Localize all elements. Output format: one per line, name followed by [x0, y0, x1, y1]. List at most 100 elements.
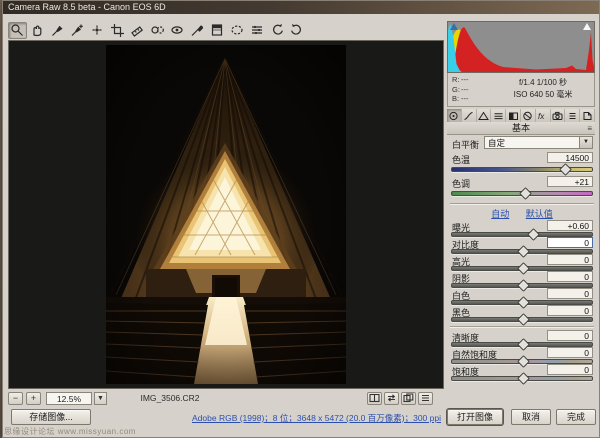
temperature-label: 色温: [452, 153, 470, 166]
highlight-clipping-warning-button[interactable]: [583, 23, 592, 31]
r-value: ---: [461, 75, 469, 84]
white-balance-value: 自定: [488, 138, 505, 148]
eyedropper-plus-icon: [70, 23, 85, 37]
exif-aperture-shutter: f/1.4 1/100 秒: [494, 77, 592, 89]
highlights-value[interactable]: 0: [547, 254, 593, 265]
whites-value[interactable]: 0: [547, 288, 593, 299]
histogram: [447, 21, 595, 73]
temperature-value[interactable]: 14500: [547, 152, 593, 163]
targeted-adjustment-tool-button[interactable]: [88, 22, 107, 39]
white-balance-dropdown-arrow-icon: ▼: [579, 137, 592, 148]
ruler-icon: [130, 23, 145, 37]
dialog-content: − + 12.5% ▼ IMG_3506.CR2 存储图像... Adobe R…: [3, 14, 599, 437]
shadow-clipping-warning-button[interactable]: [450, 23, 459, 31]
swap-before-after-button[interactable]: [384, 392, 399, 405]
window-title: Camera Raw 8.5 beta - Canon EOS 6D: [8, 2, 166, 12]
tab-presets[interactable]: [565, 109, 580, 122]
exif-info: f/1.4 1/100 秒 ISO 640 50 毫米: [494, 77, 592, 101]
tint-slider-thumb[interactable]: [519, 187, 532, 200]
brush-icon: [190, 23, 205, 37]
image-preview-canvas[interactable]: [8, 40, 444, 389]
preview-menu-button[interactable]: [418, 392, 433, 405]
workflow-options-link[interactable]: Adobe RGB (1998)；8 位；3648 x 5472 (20.0 百…: [93, 412, 441, 424]
tab-basic[interactable]: [447, 109, 462, 122]
saturation-slider[interactable]: [451, 376, 593, 381]
forum-watermark: 思缘设计论坛 www.missyuan.com: [4, 426, 136, 437]
eyedropper-icon: [50, 23, 65, 37]
exposure-value[interactable]: +0.60: [547, 220, 593, 231]
zoom-tool-button[interactable]: [8, 22, 27, 39]
blacks-value[interactable]: 0: [547, 305, 593, 316]
shadows-row: 阴影 0: [446, 272, 598, 289]
saturation-slider-thumb[interactable]: [517, 372, 530, 385]
shadow-clipping-triangle-icon: [450, 23, 458, 30]
rotate-right-button[interactable]: [288, 22, 307, 39]
clarity-value[interactable]: 0: [547, 330, 593, 341]
saturation-value[interactable]: 0: [547, 364, 593, 375]
spot-removal-tool-button[interactable]: [148, 22, 167, 39]
g-value: ---: [461, 85, 469, 94]
tint-slider[interactable]: [451, 191, 593, 196]
b-label: B:: [452, 94, 461, 104]
shadows-value[interactable]: 0: [547, 271, 593, 282]
rotate-left-button[interactable]: [268, 22, 287, 39]
white-balance-tool-button[interactable]: [48, 22, 67, 39]
contrast-value[interactable]: 0: [547, 237, 593, 248]
copy-settings-button[interactable]: [401, 392, 416, 405]
filename-label: IMG_3506.CR2: [5, 393, 335, 403]
blacks-slider-thumb[interactable]: [517, 313, 530, 326]
red-eye-removal-tool-button[interactable]: [168, 22, 187, 39]
crop-tool-button[interactable]: [108, 22, 127, 39]
screen: Camera Raw 8.5 beta - Canon EOS 6D: [0, 0, 600, 438]
tab-tone-curve[interactable]: [462, 109, 477, 122]
adjustment-brush-tool-button[interactable]: [188, 22, 207, 39]
rotate-ccw-icon: [270, 23, 285, 37]
divider: [450, 203, 594, 205]
magnifier-icon: [10, 23, 25, 37]
eye-icon: [170, 23, 185, 37]
tab-camera-calibration[interactable]: [551, 109, 566, 122]
radial-filter-tool-button[interactable]: [228, 22, 247, 39]
tint-value[interactable]: +21: [547, 176, 593, 187]
copy-icon: [403, 393, 414, 403]
default-link[interactable]: 默认值: [526, 209, 553, 219]
blacks-slider[interactable]: [451, 317, 593, 322]
tab-effects[interactable]: fx: [536, 109, 551, 122]
white-balance-select[interactable]: 自定 ▼: [484, 136, 593, 149]
divider: [450, 326, 594, 328]
fx-icon: fx: [537, 111, 548, 121]
panel-flyout-menu-icon[interactable]: ≡: [587, 124, 592, 133]
tone-curve-icon: [463, 111, 474, 121]
r-label: R:: [452, 75, 461, 85]
highlights-row: 高光 0: [446, 255, 598, 272]
save-image-button[interactable]: 存储图像...: [11, 409, 91, 425]
vibrance-value[interactable]: 0: [547, 347, 593, 358]
tab-lens-corrections[interactable]: [521, 109, 536, 122]
preview-mode-button[interactable]: [367, 392, 382, 405]
title-bar[interactable]: Camera Raw 8.5 beta - Canon EOS 6D: [3, 1, 599, 14]
hand-tool-button[interactable]: [28, 22, 47, 39]
g-label: G:: [452, 85, 461, 95]
temperature-slider[interactable]: [451, 167, 593, 172]
graduated-filter-tool-button[interactable]: [208, 22, 227, 39]
vibrance-row: 自然饱和度 0: [446, 348, 598, 365]
tint-label: 色调: [452, 177, 470, 190]
toolbar: [8, 20, 307, 40]
preferences-button[interactable]: [248, 22, 267, 39]
straighten-tool-button[interactable]: [128, 22, 147, 39]
target-icon: [90, 23, 105, 37]
contrast-row: 对比度 0: [446, 238, 598, 255]
temperature-slider-thumb[interactable]: [559, 163, 572, 176]
split-preview-icon: [369, 393, 380, 403]
tab-split-toning[interactable]: [506, 109, 521, 122]
color-sampler-tool-button[interactable]: [68, 22, 87, 39]
status-bar: − + 12.5% ▼ IMG_3506.CR2: [5, 390, 445, 406]
auto-default-links: 自动 默认值: [446, 207, 598, 220]
tab-detail[interactable]: [477, 109, 492, 122]
graduated-filter-icon: [210, 23, 225, 37]
tab-snapshots[interactable]: [580, 109, 595, 122]
tab-hsl-grayscale[interactable]: [491, 109, 506, 122]
camera-icon: [552, 111, 563, 121]
clarity-row: 清晰度 0: [446, 331, 598, 348]
auto-link[interactable]: 自动: [491, 209, 509, 219]
